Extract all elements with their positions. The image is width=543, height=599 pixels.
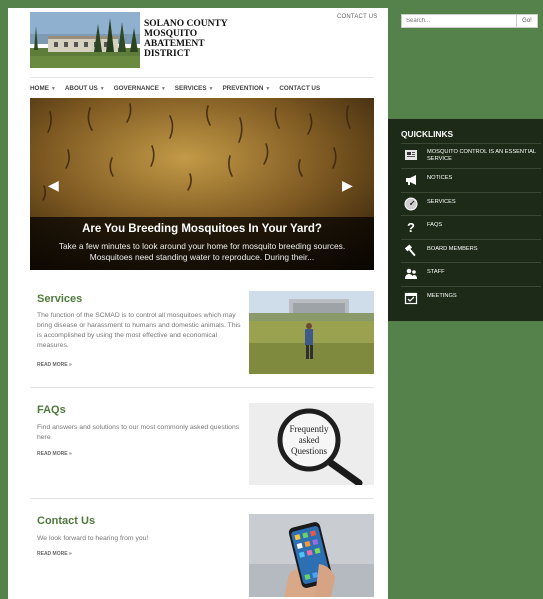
search-box: Go! bbox=[401, 14, 538, 28]
faq-image-line: asked bbox=[298, 435, 320, 445]
quicklink-meetings[interactable]: MEETINGS bbox=[401, 285, 541, 310]
contact-us-read-more-link[interactable]: READ MORE » bbox=[37, 551, 72, 557]
quicklink-label: MEETINGS bbox=[427, 292, 457, 299]
chevron-down-icon: ▼ bbox=[50, 86, 56, 92]
chevron-down-icon: ▼ bbox=[265, 86, 271, 92]
man-in-field-photo[interactable] bbox=[249, 291, 374, 374]
chevron-down-icon: ▼ bbox=[160, 86, 166, 92]
faq-image-line: Frequently bbox=[289, 424, 329, 434]
services-title[interactable]: Services bbox=[37, 293, 82, 305]
quicklink-label: FAQS bbox=[427, 222, 443, 228]
gauge-icon bbox=[404, 197, 418, 211]
quicklink-label: STAFF bbox=[427, 269, 445, 275]
quicklinks-list: MOSQUITO CONTROL IS AN ESSENTIAL SERVICE… bbox=[388, 143, 543, 309]
quicklink-label: BOARD MEMBERS bbox=[427, 245, 478, 252]
district-building-logo[interactable] bbox=[30, 12, 140, 68]
hero-text: Take a few minutes to look around your h… bbox=[58, 241, 346, 262]
hero-caption: Are You Breeding Mosquitoes In Your Yard… bbox=[30, 217, 374, 270]
main-content: SOLANO COUNTY MOSQUITO ABATEMENT DISTRIC… bbox=[8, 8, 388, 599]
people-icon bbox=[404, 267, 418, 281]
nav-label: HOME bbox=[30, 85, 49, 92]
site-title-line: MOSQUITO bbox=[144, 29, 198, 39]
quicklink-label: NOTICES bbox=[427, 175, 453, 181]
faq-image-text: Frequently asked Questions bbox=[279, 424, 339, 457]
contact-us-title[interactable]: Contact Us bbox=[37, 515, 95, 527]
section-divider bbox=[30, 387, 374, 388]
hero-title[interactable]: Are You Breeding Mosquitoes In Your Yard… bbox=[30, 223, 374, 235]
site-title-line: ABATEMENT bbox=[144, 39, 205, 49]
services-read-more-link[interactable]: READ MORE » bbox=[37, 362, 72, 368]
megaphone-icon bbox=[404, 173, 418, 187]
magnifying-glass-photo[interactable]: Frequently asked Questions bbox=[249, 403, 374, 485]
main-nav: HOME ▼ ABOUT US ▼ GOVERNANCE ▼ SERVICES ▼ PR… bbox=[30, 77, 374, 99]
site-title-line: SOLANO COUNTY bbox=[144, 19, 228, 29]
nav-item-governance[interactable]: GOVERNANCE ▼ bbox=[114, 85, 166, 92]
faq-image-line: Questions bbox=[291, 446, 327, 456]
quicklink-staff[interactable]: STAFF bbox=[401, 262, 541, 286]
nav-item-about-us[interactable]: ABOUT US ▼ bbox=[65, 85, 105, 92]
quicklink-board-members[interactable]: BOARD MEMBERS bbox=[401, 238, 541, 263]
slider-next-icon[interactable]: ▶ bbox=[342, 178, 353, 192]
quicklink-label: MOSQUITO CONTROL IS AN ESSENTIAL SERVICE bbox=[427, 149, 536, 162]
quicklink-notices[interactable]: NOTICES bbox=[401, 168, 541, 192]
search-input[interactable] bbox=[402, 15, 518, 27]
calendar-icon bbox=[404, 291, 418, 305]
nav-item-contact-us[interactable]: CONTACT US bbox=[279, 85, 320, 92]
site-title-line: DISTRICT bbox=[144, 49, 190, 59]
quicklinks-title: QUICKLINKS bbox=[401, 129, 454, 139]
nav-item-home[interactable]: HOME ▼ bbox=[30, 85, 56, 92]
quicklink-essential-service[interactable]: MOSQUITO CONTROL IS AN ESSENTIAL SERVICE bbox=[401, 143, 541, 168]
nav-label: ABOUT US bbox=[64, 85, 98, 92]
document-icon bbox=[404, 148, 418, 162]
quicklink-faqs[interactable]: ? FAQS bbox=[401, 215, 541, 239]
hero-slider[interactable]: ◀ ▶ Are You Breeding Mosquitoes In Your … bbox=[30, 98, 374, 270]
nav-label: CONTACT US bbox=[279, 85, 321, 92]
quicklink-label: SERVICES bbox=[427, 198, 456, 205]
chevron-down-icon: ▼ bbox=[99, 86, 105, 92]
search-go-button[interactable]: Go! bbox=[516, 15, 537, 27]
nav-item-prevention[interactable]: PREVENTION ▼ bbox=[222, 85, 270, 92]
nav-label: SERVICES bbox=[174, 85, 207, 92]
quicklinks-panel: QUICKLINKS MOSQUITO CONTROL IS AN ESSENT… bbox=[388, 119, 543, 321]
slider-prev-icon[interactable]: ◀ bbox=[48, 178, 59, 192]
hand-holding-phone-photo[interactable] bbox=[249, 514, 374, 597]
nav-item-services[interactable]: SERVICES ▼ bbox=[175, 85, 214, 92]
faqs-title[interactable]: FAQs bbox=[37, 404, 66, 416]
quicklink-services[interactable]: SERVICES bbox=[401, 191, 541, 216]
services-text: The function of the SCMAD is to control … bbox=[37, 312, 241, 349]
nav-label: PREVENTION bbox=[222, 85, 264, 92]
gavel-icon bbox=[404, 243, 418, 258]
chevron-down-icon: ▼ bbox=[208, 86, 214, 92]
top-contact-link[interactable]: CONTACT US bbox=[337, 14, 377, 20]
faqs-text: Find answers and solutions to our most c… bbox=[37, 424, 240, 441]
contact-us-text: We look forward to hearing from you! bbox=[37, 535, 149, 542]
nav-label: GOVERNANCE bbox=[113, 85, 159, 92]
question-icon: ? bbox=[407, 219, 415, 235]
site-title[interactable]: SOLANO COUNTY MOSQUITO ABATEMENT DISTRIC… bbox=[144, 19, 254, 59]
section-divider bbox=[30, 498, 374, 499]
faqs-read-more-link[interactable]: READ MORE » bbox=[37, 451, 72, 457]
